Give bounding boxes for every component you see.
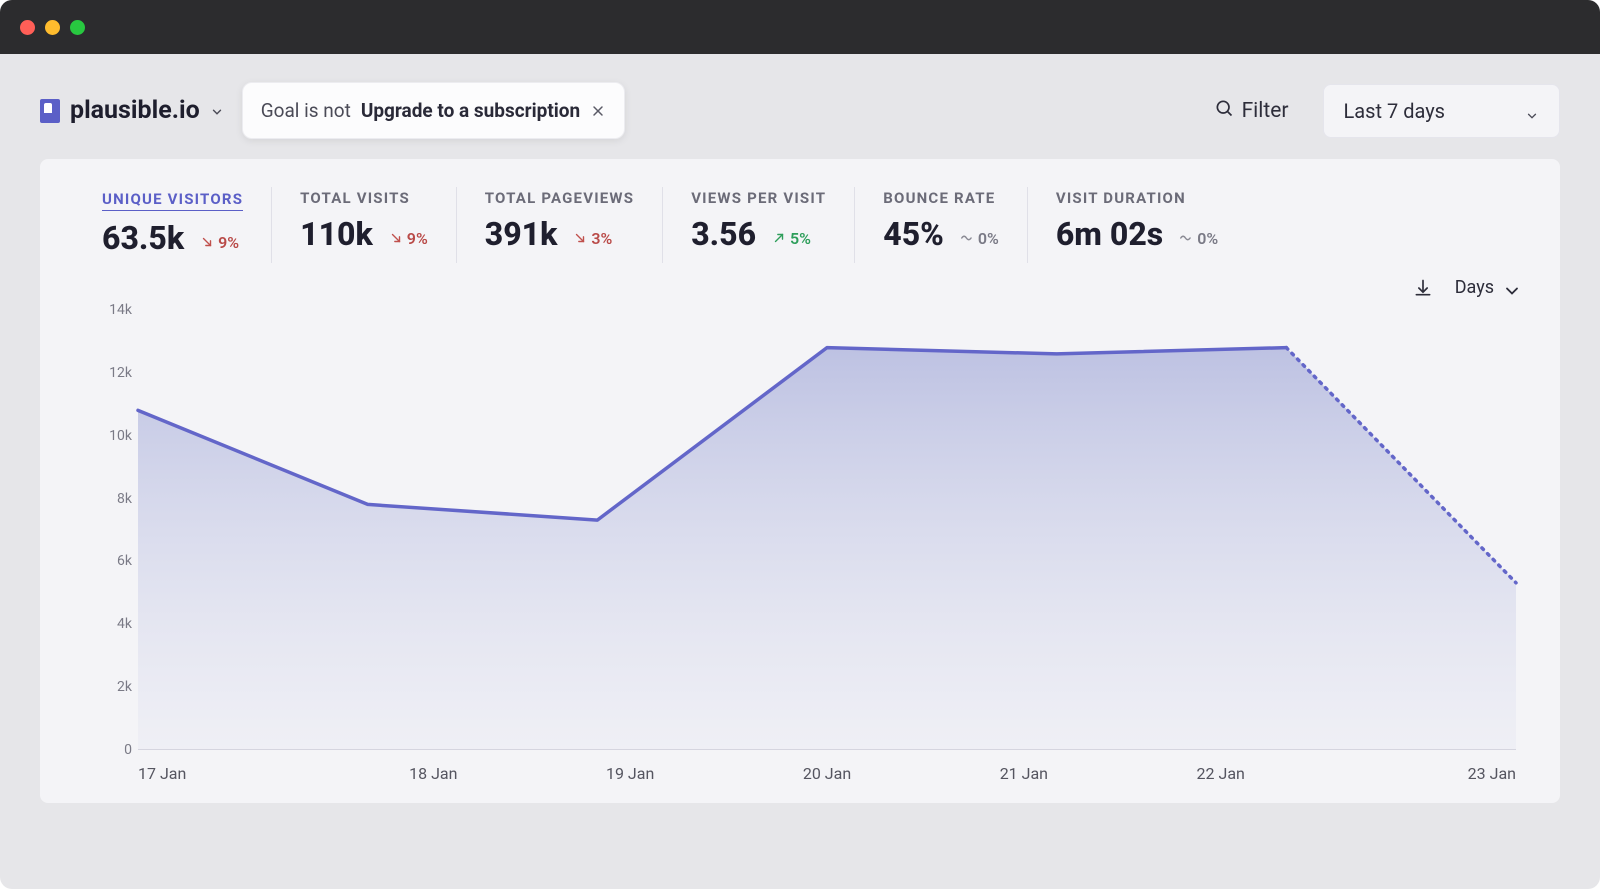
chart: 14k 12k 10k 8k 6k 4k 2k 0 17 Jan18 Jan19 Jan20 … (40, 302, 1560, 783)
minimize-window-button[interactable] (45, 20, 60, 35)
y-axis-tick: 0 (84, 742, 132, 758)
x-axis-tick: 23 Jan (1319, 764, 1516, 783)
metric-label: VIEWS PER VISIT (691, 189, 826, 207)
plausible-logo-icon (40, 99, 60, 123)
site-selector[interactable]: plausible.io (40, 96, 224, 125)
metric-label: UNIQUE VISITORS (102, 190, 243, 211)
chart-plot-area[interactable] (138, 310, 1516, 750)
mac-titlebar (0, 0, 1600, 54)
metric-views-per-visit[interactable]: VIEWS PER VISIT 3.56 5% (663, 187, 855, 263)
filter-chip-prefix: Goal is not (261, 99, 351, 122)
metric-change: 0% (1179, 229, 1218, 248)
x-axis-tick: 20 Jan (729, 764, 926, 783)
metric-change: 5% (772, 229, 811, 248)
x-axis-tick: 19 Jan (532, 764, 729, 783)
y-axis-tick: 2k (84, 679, 132, 695)
metric-visit-duration[interactable]: VISIT DURATION 6m 02s 0% (1028, 187, 1246, 263)
top-bar: plausible.io Goal is not Upgrade to a su… (0, 54, 1600, 159)
y-axis-tick: 12k (84, 365, 132, 381)
metric-value: 63.5k (102, 219, 184, 257)
x-axis-tick: 22 Jan (1122, 764, 1319, 783)
download-chart-button[interactable] (1413, 278, 1433, 298)
chevron-down-icon (1502, 281, 1516, 295)
y-axis: 14k12k10k8k6k4k2k0 (84, 310, 132, 750)
site-name: plausible.io (70, 96, 200, 125)
metric-value: 110k (300, 215, 373, 253)
date-range-selector[interactable]: Last 7 days (1323, 84, 1560, 138)
chevron-down-icon (210, 104, 224, 118)
metric-change: 0% (960, 229, 999, 248)
y-axis-tick: 8k (84, 491, 132, 507)
metric-label: VISIT DURATION (1056, 189, 1218, 207)
remove-filter-button[interactable] (590, 103, 606, 119)
metrics-row: UNIQUE VISITORS 63.5k 9% TOTAL VISITS 110k 9%… (40, 187, 1560, 273)
y-axis-tick: 14k (84, 302, 132, 318)
metric-total-visits[interactable]: TOTAL VISITS 110k 9% (272, 187, 457, 263)
metric-label: TOTAL VISITS (300, 189, 428, 207)
metric-bounce-rate[interactable]: BOUNCE RATE 45% 0% (855, 187, 1028, 263)
metric-total-pageviews[interactable]: TOTAL PAGEVIEWS 391k 3% (457, 187, 663, 263)
metric-label: BOUNCE RATE (883, 189, 999, 207)
maximize-window-button[interactable] (70, 20, 85, 35)
analytics-panel: UNIQUE VISITORS 63.5k 9% TOTAL VISITS 110k 9%… (40, 159, 1560, 803)
filter-button-label: Filter (1242, 99, 1289, 123)
metric-unique-visitors[interactable]: UNIQUE VISITORS 63.5k 9% (74, 187, 272, 263)
x-axis-tick: 17 Jan (138, 764, 335, 783)
x-axis-tick: 21 Jan (925, 764, 1122, 783)
metric-change: 9% (389, 229, 428, 248)
y-axis-tick: 6k (84, 553, 132, 569)
interval-selector[interactable]: Days (1455, 277, 1516, 298)
y-axis-tick: 4k (84, 616, 132, 632)
close-window-button[interactable] (20, 20, 35, 35)
add-filter-button[interactable]: Filter (1214, 98, 1289, 124)
interval-label: Days (1455, 277, 1494, 298)
search-icon (1214, 98, 1234, 124)
chart-controls: Days (40, 273, 1560, 302)
metric-change: 3% (573, 229, 612, 248)
chevron-down-icon (1525, 104, 1539, 118)
metric-value: 6m 02s (1056, 215, 1163, 253)
y-axis-tick: 10k (84, 428, 132, 444)
metric-change: 9% (200, 233, 239, 252)
x-axis: 17 Jan18 Jan19 Jan20 Jan21 Jan22 Jan23 J… (138, 750, 1516, 783)
filter-chip-value: Upgrade to a subscription (361, 99, 580, 122)
metric-value: 3.56 (691, 215, 756, 253)
metric-label: TOTAL PAGEVIEWS (485, 189, 634, 207)
date-range-label: Last 7 days (1344, 99, 1445, 123)
metric-value: 391k (485, 215, 558, 253)
filter-chip-goal[interactable]: Goal is not Upgrade to a subscription (242, 82, 625, 139)
metric-value: 45% (883, 215, 944, 253)
window: plausible.io Goal is not Upgrade to a su… (0, 0, 1600, 889)
x-axis-tick: 18 Jan (335, 764, 532, 783)
